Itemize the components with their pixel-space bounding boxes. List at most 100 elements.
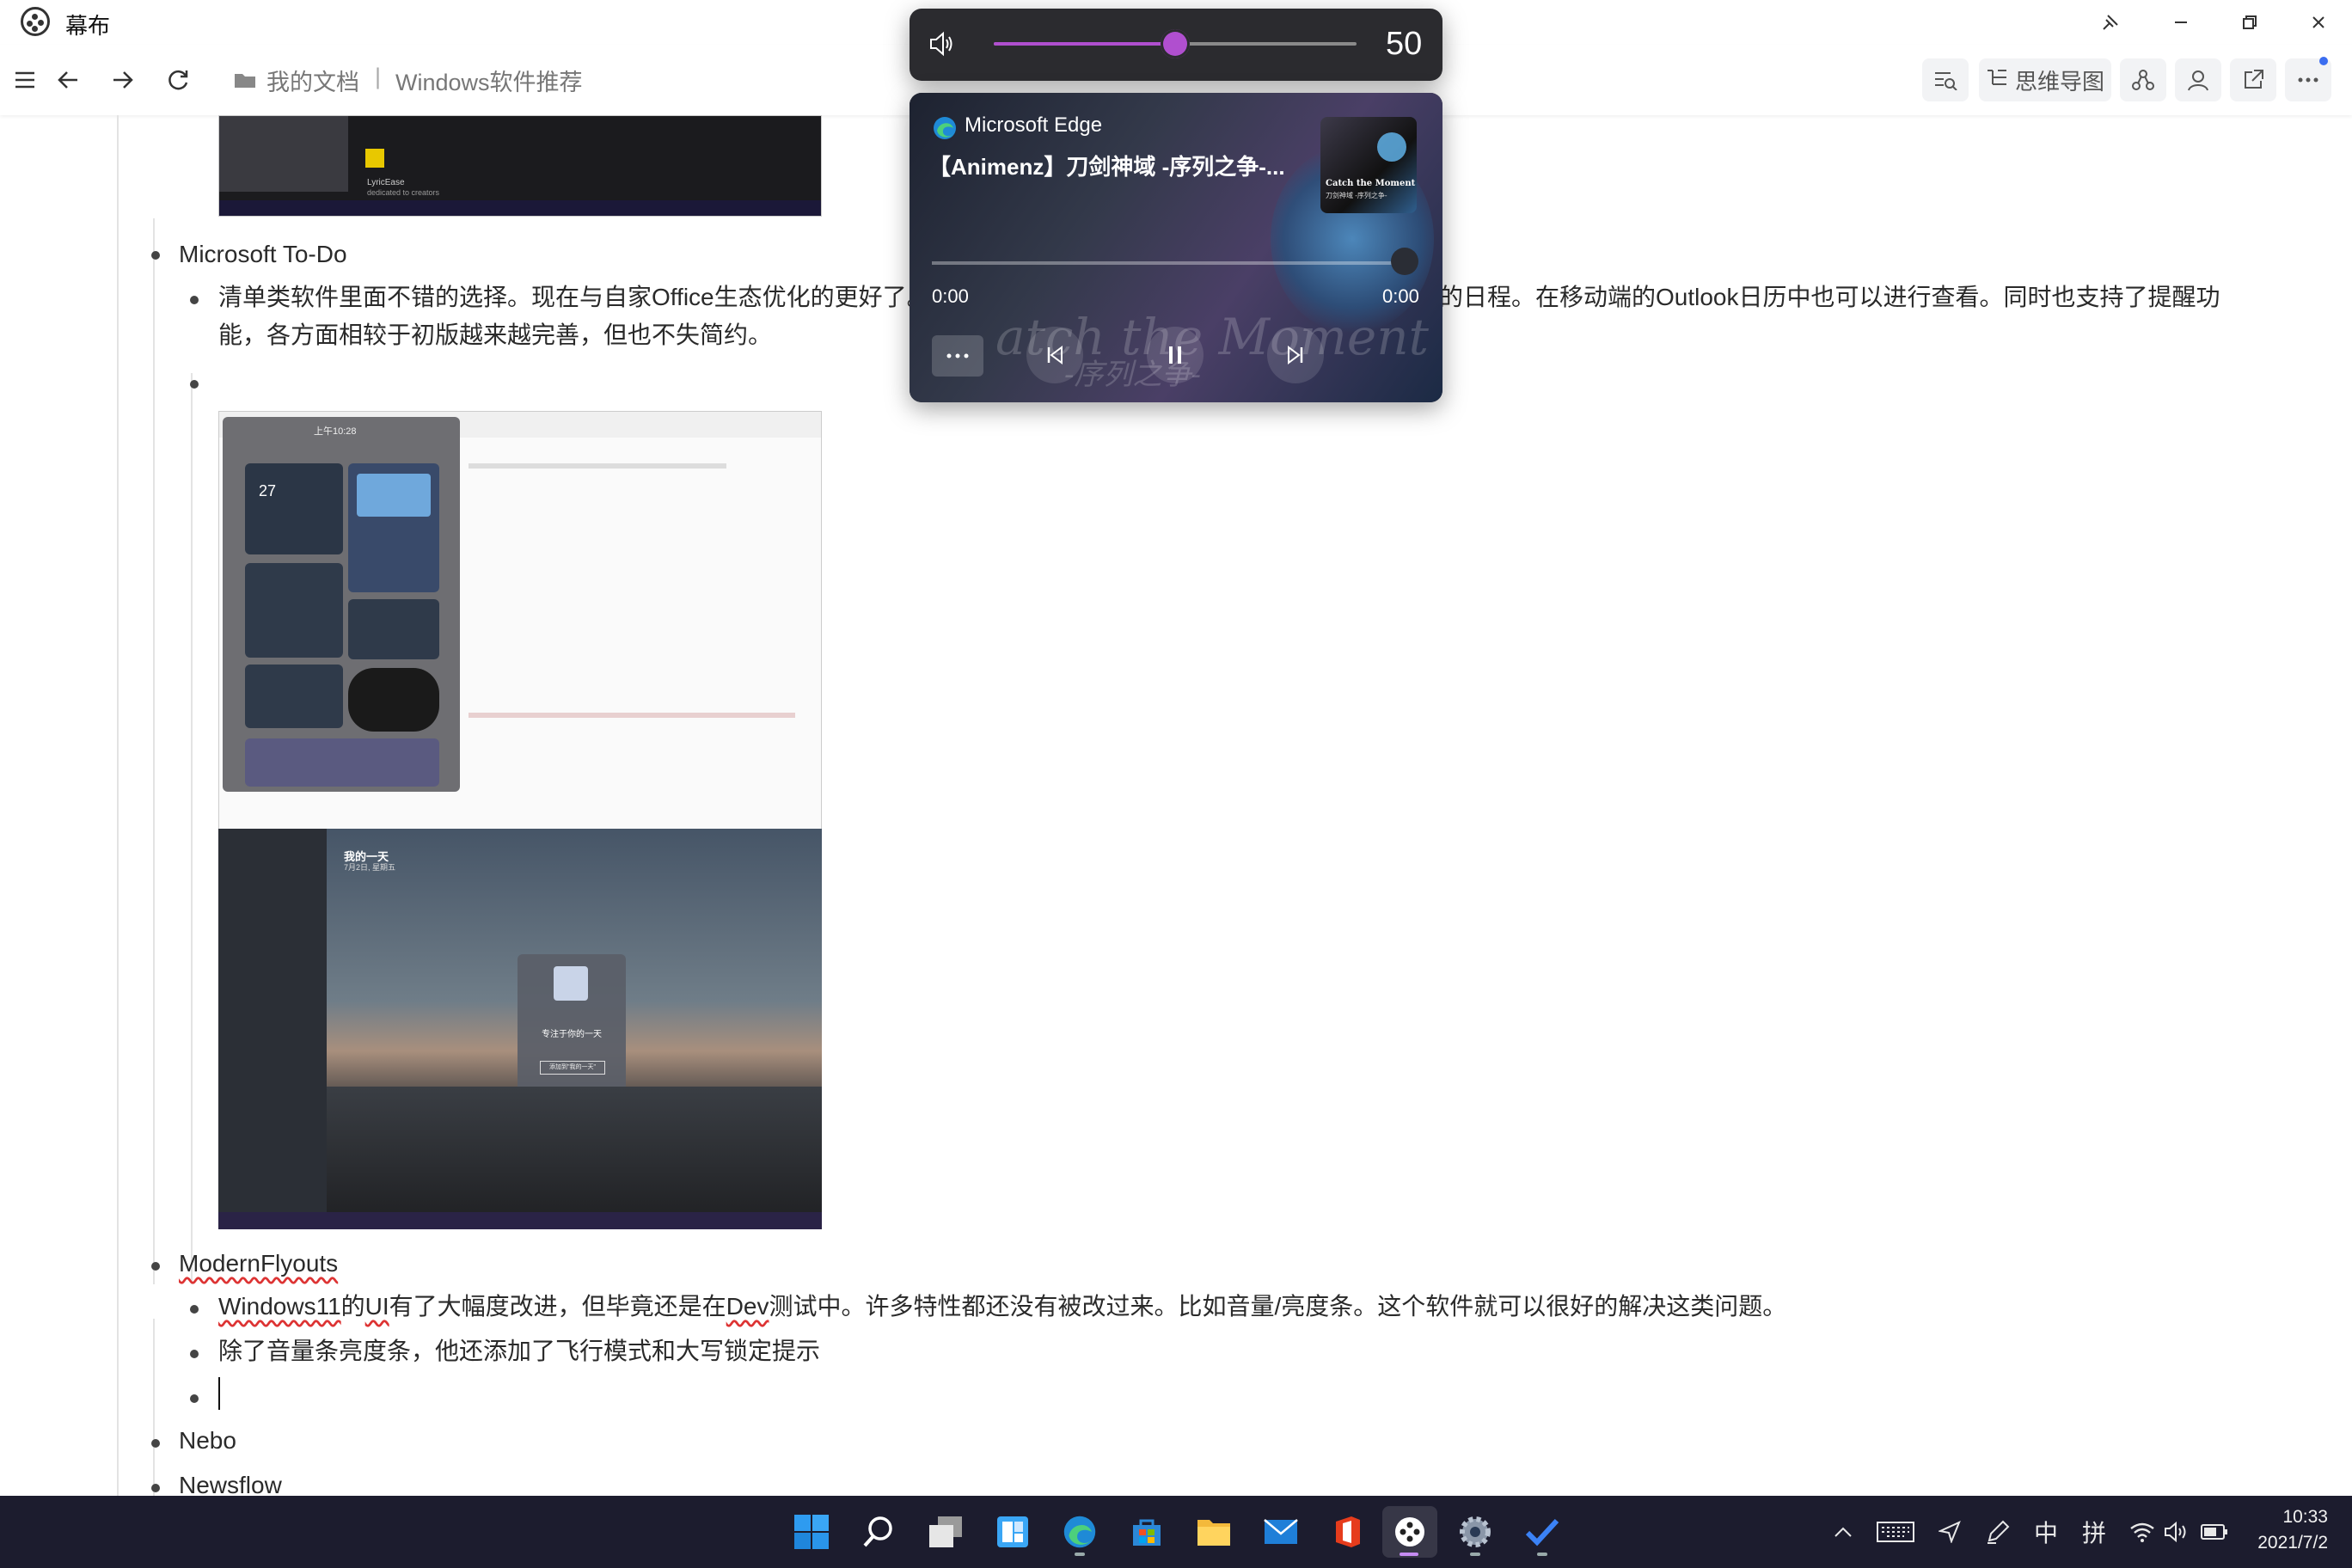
media-title: 【Animenz】刀剑神域 -序列之争-... xyxy=(928,154,1285,180)
refresh-icon[interactable] xyxy=(158,60,198,100)
album-art-title: Catch the Moment xyxy=(1326,179,1416,188)
todo-description-line1[interactable]: 清单类软件里面不错的选择。现在与自家Office生态优化的更好了。 xyxy=(218,279,931,316)
outline-bullet[interactable] xyxy=(190,296,199,304)
todo-card-button: 添加到"我的一天" xyxy=(540,1061,605,1075)
outline-bullet[interactable] xyxy=(190,1350,199,1358)
breadcrumb-document[interactable]: Windows软件推荐 xyxy=(395,64,583,97)
outline-bullet[interactable] xyxy=(190,1305,199,1314)
breadcrumb-separator: | xyxy=(375,64,382,89)
task-view-icon[interactable] xyxy=(920,1506,971,1558)
outline-guide-line xyxy=(191,373,193,1284)
volume-slider-thumb[interactable] xyxy=(1161,29,1190,58)
close-button[interactable] xyxy=(2297,7,2340,38)
text-windows11: Windows11 xyxy=(218,1293,341,1320)
collaborate-button[interactable] xyxy=(2175,58,2221,101)
menu-icon[interactable] xyxy=(5,60,45,100)
screenshot-todo-app: 我的一天 7月2日, 星期五 专注于你的一天 添加到"我的一天" xyxy=(218,829,822,1229)
forward-icon[interactable] xyxy=(103,60,143,100)
outline-bullet[interactable] xyxy=(151,1484,160,1492)
outline-bullet[interactable] xyxy=(151,251,160,260)
mail-icon[interactable] xyxy=(1255,1506,1307,1558)
volume-slider[interactable] xyxy=(994,29,1357,58)
wifi-icon[interactable] xyxy=(2125,1513,2159,1551)
media-progress-thumb[interactable] xyxy=(1391,248,1418,275)
item-microsoft-todo[interactable]: Microsoft To-Do xyxy=(179,236,347,273)
store-icon[interactable] xyxy=(1121,1506,1173,1558)
text-segment: 的 xyxy=(340,1293,365,1320)
pen-icon[interactable] xyxy=(1981,1513,2015,1551)
system-clock[interactable]: 10:33 2021/7/2 xyxy=(2257,1504,2328,1556)
media-total-time: 0:00 xyxy=(1382,285,1419,307)
share-tree-button[interactable] xyxy=(2120,58,2166,101)
mindmap-button[interactable]: 思维导图 xyxy=(1979,58,2111,101)
media-elapsed-time: 0:00 xyxy=(932,285,969,307)
screenshot-music-app: LyricEase dedicated to creators xyxy=(218,115,822,217)
volume-icon[interactable] xyxy=(2159,1513,2194,1551)
todo-my-day-date: 7月2日, 星期五 xyxy=(344,863,396,872)
search-list-button[interactable] xyxy=(1922,58,1969,101)
outline-bullet[interactable] xyxy=(190,380,199,389)
media-flyout: atch the Moment -序列之争- Microsoft Edge 【A… xyxy=(910,93,1442,402)
taskbar: 中 拼 10:33 2021/7/2 xyxy=(0,1496,2352,1568)
widget-time: 上午10:28 xyxy=(314,426,357,437)
todo-description-line2[interactable]: 能，各方面相较于初版越来越完善，但也不失简约。 xyxy=(218,316,772,354)
outline-guide-line xyxy=(117,115,119,1496)
next-track-button[interactable] xyxy=(1267,327,1324,383)
location-icon[interactable] xyxy=(1932,1513,1967,1551)
running-indicator xyxy=(1537,1553,1547,1556)
modernflyouts-description-2[interactable]: 除了音量条亮度条，他还添加了飞行模式和大写锁定提示 xyxy=(218,1332,820,1370)
file-explorer-icon[interactable] xyxy=(1188,1506,1240,1558)
mindmap-label: 思维导图 xyxy=(2014,68,2104,95)
battery-icon[interactable] xyxy=(2197,1513,2232,1551)
app-title: 幕布 xyxy=(65,13,111,39)
notification-dot xyxy=(2319,57,2328,65)
running-indicator xyxy=(1400,1553,1418,1556)
export-button[interactable] xyxy=(2230,58,2276,101)
widgets-icon[interactable] xyxy=(987,1506,1038,1558)
todo-card-title: 专注于你的一天 xyxy=(542,1030,602,1039)
todo-icon[interactable] xyxy=(1516,1506,1568,1558)
folder-icon xyxy=(232,60,258,100)
outline-bullet[interactable] xyxy=(151,1439,160,1448)
edge-icon xyxy=(932,115,958,145)
mubu-icon[interactable] xyxy=(1382,1506,1437,1558)
outline-guide-line xyxy=(153,218,155,1284)
item-nebo[interactable]: Nebo xyxy=(179,1422,236,1460)
text-ui: UI xyxy=(364,1293,389,1320)
office-icon[interactable] xyxy=(1322,1506,1374,1558)
pin-icon[interactable] xyxy=(2089,7,2132,38)
edge-icon[interactable] xyxy=(1054,1506,1106,1558)
album-art-subtitle: 刀剑神域 -序列之争- xyxy=(1326,192,1387,199)
search-icon[interactable] xyxy=(853,1506,904,1558)
minimize-button[interactable] xyxy=(2159,7,2202,38)
media-more-button[interactable] xyxy=(932,335,983,377)
volume-slider-fill xyxy=(994,42,1175,46)
screenshot-caption: LyricEase xyxy=(367,178,405,187)
volume-level: 50 xyxy=(1386,26,1423,62)
ime-mode-indicator[interactable]: 中 xyxy=(2029,1513,2063,1551)
start-icon[interactable] xyxy=(786,1506,837,1558)
chevron-up-icon[interactable] xyxy=(1826,1513,1860,1551)
item-modernflyouts[interactable]: ModernFlyouts xyxy=(179,1245,338,1283)
todo-description-line1-tail[interactable]: 的日程。在移动端的Outlook日历中也可以进行查看。同时也支持了提醒功 xyxy=(1439,279,2220,316)
breadcrumb-folder[interactable]: 我的文档 xyxy=(266,64,359,97)
modernflyouts-description-1[interactable]: Windows11的UI有了大幅度改进，但毕竟还是在Dev测试中。许多特性都还没… xyxy=(218,1288,1786,1326)
text-cursor[interactable] xyxy=(218,1377,220,1410)
speaker-icon[interactable] xyxy=(928,31,956,61)
ime-layout-indicator[interactable]: 拼 xyxy=(2077,1513,2111,1551)
back-icon[interactable] xyxy=(48,60,88,100)
text-segment: 测试中。许多特性都还没有被改过来。比如音量/亮度条。这个软件就可以很好的解决这类… xyxy=(769,1293,1787,1320)
pause-button[interactable] xyxy=(1147,327,1204,383)
volume-flyout: 50 xyxy=(910,9,1442,81)
settings-icon[interactable] xyxy=(1449,1506,1501,1558)
running-indicator xyxy=(1470,1553,1480,1556)
keyboard-icon[interactable] xyxy=(1874,1513,1917,1551)
item-newsflow[interactable]: Newsflow xyxy=(179,1467,282,1496)
previous-track-button[interactable] xyxy=(1026,327,1083,383)
running-indicator xyxy=(1075,1553,1085,1556)
outline-bullet[interactable] xyxy=(190,1394,199,1403)
outline-bullet[interactable] xyxy=(151,1262,160,1271)
text-segment: 有了大幅度改进，但毕竟还是在 xyxy=(389,1293,726,1320)
media-progress-bar[interactable] xyxy=(932,261,1401,265)
restore-button[interactable] xyxy=(2228,7,2271,38)
